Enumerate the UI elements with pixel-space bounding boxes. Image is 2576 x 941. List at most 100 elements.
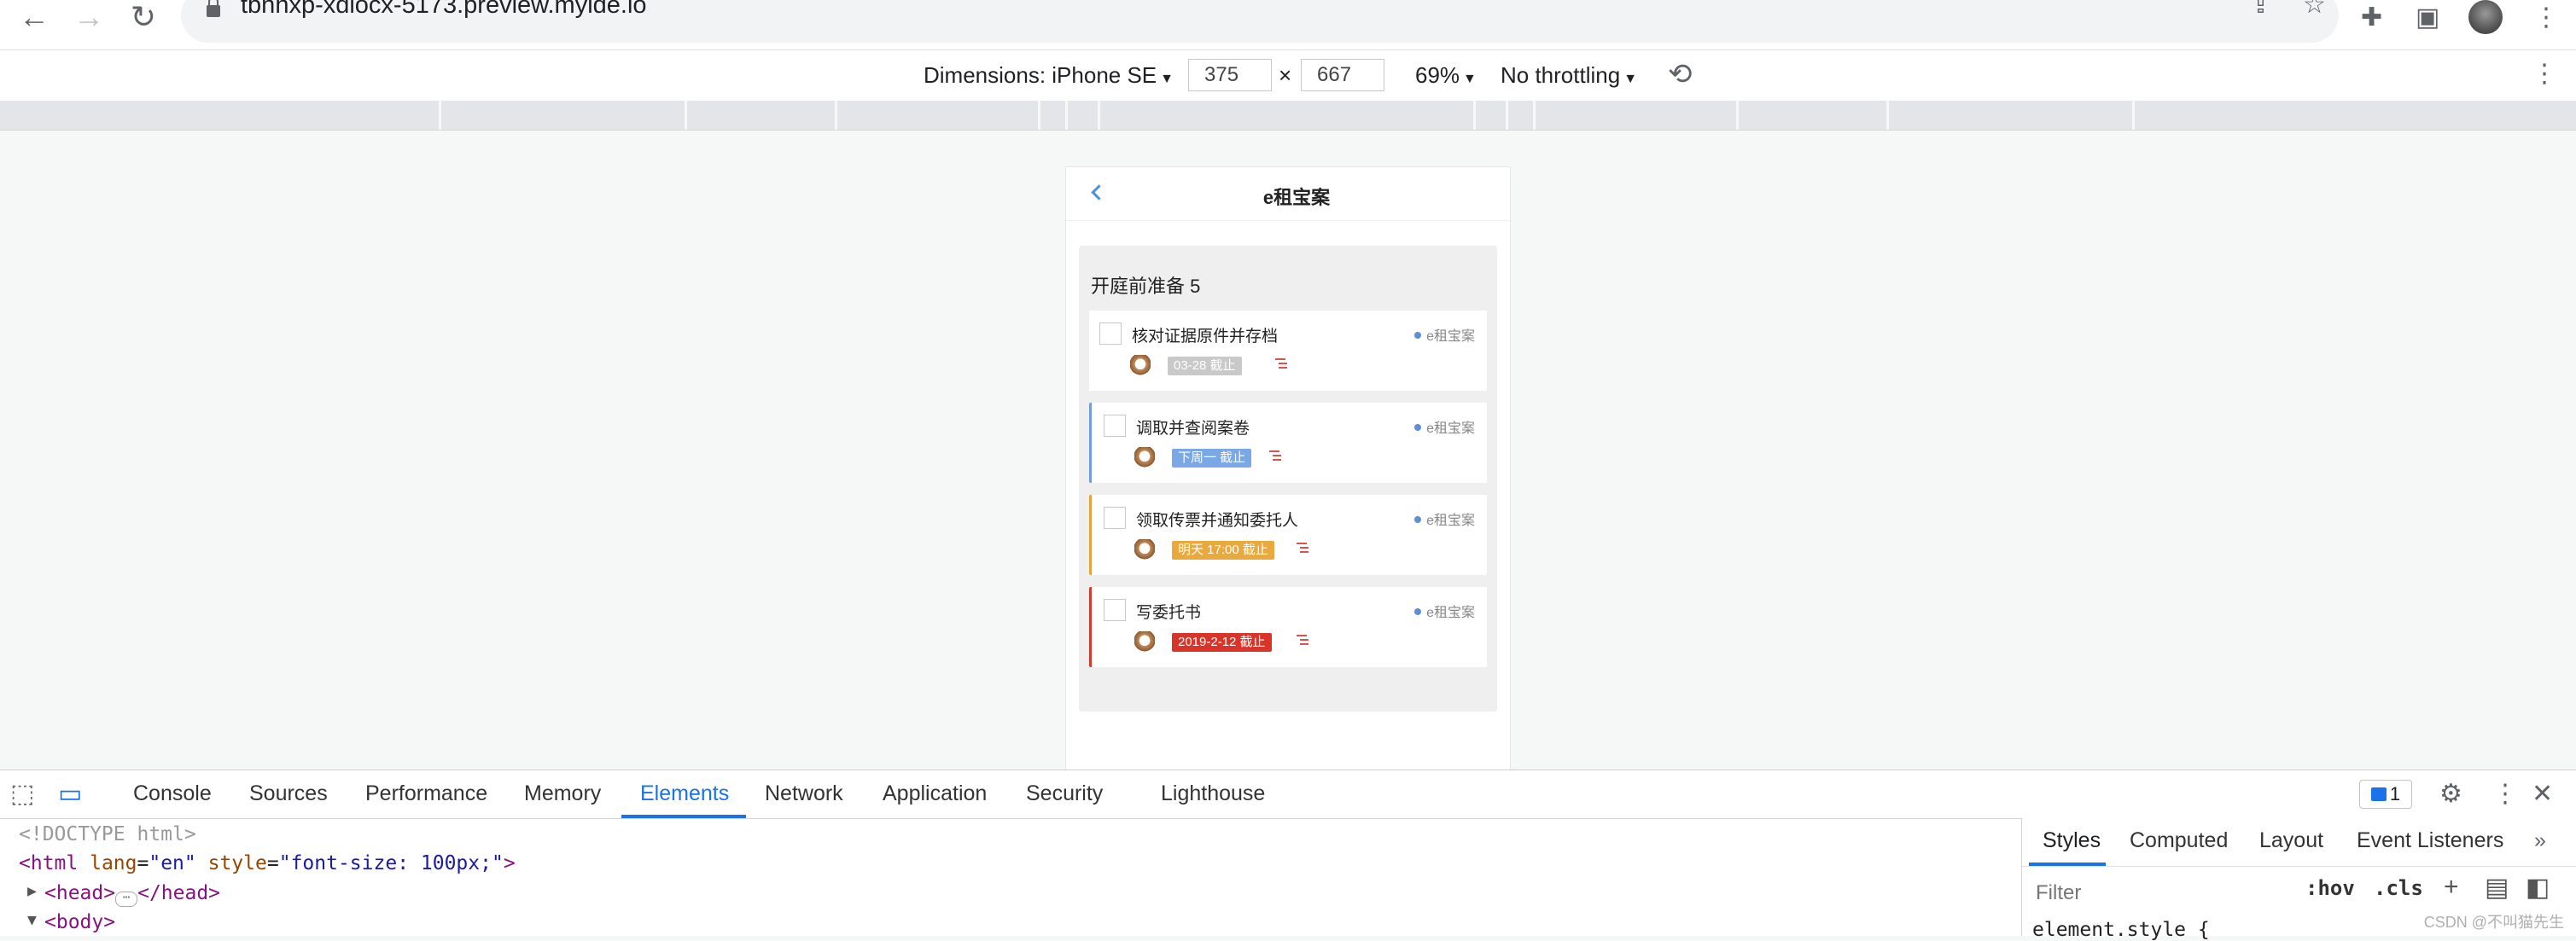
browser-toolbar: ← → ↻ tbnhxp-xdiocx-5173.preview.myide.i… bbox=[0, 0, 2576, 49]
element-style-rule[interactable]: element.style { bbox=[2032, 919, 2210, 941]
puzzle-icon[interactable]: ✚ bbox=[2361, 0, 2382, 34]
collapsed-ellipsis-icon[interactable]: ⋯ bbox=[115, 892, 138, 907]
task-title: 调取并查阅案卷 bbox=[1136, 420, 1250, 438]
url-text[interactable]: tbnhxp-xdiocx-5173.preview.myide.io bbox=[241, 0, 647, 20]
caret-down-icon: ▼ bbox=[1623, 72, 1638, 86]
due-badge: 下周一 截止 bbox=[1172, 449, 1252, 468]
assignee-avatar bbox=[1134, 631, 1155, 652]
side-panel-icon[interactable]: ▣ bbox=[2416, 0, 2439, 34]
device-menu-icon[interactable]: ⋮ bbox=[2532, 59, 2557, 89]
tab-layout[interactable]: Layout bbox=[2259, 828, 2323, 853]
task-checkbox[interactable] bbox=[1099, 322, 1122, 345]
avatar[interactable] bbox=[2468, 0, 2503, 34]
kebab-menu-icon[interactable]: ⋮ bbox=[2533, 0, 2559, 34]
due-badge: 明天 17:00 截止 bbox=[1172, 541, 1274, 560]
group-title: 开庭前准备 5 bbox=[1091, 276, 1201, 297]
devtools-menu-icon[interactable]: ⋮ bbox=[2492, 779, 2518, 809]
dom-body-node[interactable]: ▼ <body> bbox=[27, 911, 115, 933]
message-icon bbox=[2370, 787, 2387, 801]
tab-elements[interactable]: Elements bbox=[640, 781, 729, 806]
project-tag: e租宝案 bbox=[1414, 416, 1475, 437]
attr-name: style bbox=[207, 852, 267, 874]
tab-performance[interactable]: Performance bbox=[365, 781, 487, 806]
times-symbol: × bbox=[1279, 62, 1292, 88]
close-icon[interactable]: ✕ bbox=[2532, 779, 2553, 809]
tag-close: > bbox=[503, 852, 516, 874]
reload-button[interactable]: ↻ bbox=[121, 0, 166, 34]
tab-security[interactable]: Security bbox=[1026, 781, 1103, 806]
forward-button[interactable]: → bbox=[67, 0, 111, 34]
caret-down-icon: ▼ bbox=[1463, 72, 1477, 86]
tag-name: <html bbox=[19, 852, 79, 874]
collapse-triangle-icon[interactable]: ▼ bbox=[27, 911, 37, 929]
star-icon[interactable]: ☆ bbox=[2303, 0, 2326, 20]
device-viewport: e租宝案 开庭前准备 5 核对证据原件并存档 e租宝案 03-28 截止 调取并… bbox=[1065, 166, 1511, 771]
paint-brush-icon[interactable]: ▤ bbox=[2485, 873, 2509, 903]
tab-sources[interactable]: Sources bbox=[249, 781, 328, 806]
due-badge: 03-28 截止 bbox=[1168, 357, 1242, 375]
devtools-panel: ⬚ ▭ Console Sources Performance Memory E… bbox=[0, 770, 2576, 941]
add-rule-icon[interactable]: + bbox=[2444, 873, 2459, 902]
arrow-right-icon: → bbox=[73, 0, 104, 34]
watermark: CSDN @不叫猫先生 bbox=[2423, 914, 2564, 931]
zoom-select[interactable]: 69% ▼ bbox=[1415, 62, 1477, 89]
assignee-avatar bbox=[1134, 539, 1155, 560]
tab-application[interactable]: Application bbox=[883, 781, 987, 806]
divider bbox=[2022, 866, 2576, 867]
tab-lighthouse[interactable]: Lighthouse bbox=[1161, 781, 1265, 806]
dom-head-node[interactable]: ▶ <head> ⋯ </head> bbox=[27, 882, 221, 907]
back-button[interactable]: ← bbox=[12, 0, 56, 34]
dom-doctype[interactable]: <!DOCTYPE html> bbox=[19, 823, 196, 845]
tab-styles[interactable]: Styles bbox=[2043, 828, 2101, 853]
assignee-avatar bbox=[1134, 447, 1155, 468]
issues-count: 1 bbox=[2389, 783, 2401, 804]
task-card[interactable]: 调取并查阅案卷 e租宝案 下周一 截止 bbox=[1089, 403, 1487, 483]
tab-event-listeners[interactable]: Event Listeners bbox=[2357, 828, 2503, 853]
task-card[interactable]: 核对证据原件并存档 e租宝案 03-28 截止 bbox=[1089, 311, 1487, 391]
dom-html-node[interactable]: <html lang="en" style="font-size: 100px;… bbox=[19, 852, 516, 874]
tab-network[interactable]: Network bbox=[765, 781, 843, 806]
rotate-icon[interactable]: ⟲ bbox=[1668, 57, 1693, 91]
throttling-label: No throttling bbox=[1501, 62, 1621, 88]
app-header: e租宝案 bbox=[1066, 167, 1510, 221]
attr-value: "font-size: 100px;" bbox=[278, 852, 504, 874]
task-checkbox[interactable] bbox=[1104, 507, 1126, 529]
task-card[interactable]: 写委托书 e租宝案 2019-2-12 截止 bbox=[1089, 587, 1487, 667]
width-input[interactable]: 375 bbox=[1188, 59, 1272, 91]
more-tabs-icon[interactable]: » bbox=[2534, 828, 2546, 853]
gear-icon[interactable]: ⚙ bbox=[2439, 779, 2462, 809]
task-title: 领取传票并通知委托人 bbox=[1136, 512, 1299, 530]
subtask-list-icon bbox=[1297, 634, 1310, 646]
task-checkbox[interactable] bbox=[1104, 599, 1126, 621]
reload-icon: ↻ bbox=[130, 0, 157, 34]
hov-toggle[interactable]: :hov bbox=[2305, 876, 2355, 900]
attr-value: "en" bbox=[149, 852, 196, 874]
tab-computed[interactable]: Computed bbox=[2130, 828, 2228, 853]
page-title: e租宝案 bbox=[1262, 187, 1331, 208]
address-bar[interactable]: tbnhxp-xdiocx-5173.preview.myide.io ⇪ ☆ bbox=[181, 0, 2339, 43]
throttling-select[interactable]: No throttling ▼ bbox=[1501, 62, 1637, 89]
styles-filter-input[interactable] bbox=[2036, 878, 2292, 909]
device-toolbar: Dimensions: iPhone SE ▼ 375 × 667 69% ▼ No… bbox=[0, 49, 2576, 102]
cls-toggle[interactable]: .cls bbox=[2374, 876, 2423, 900]
device-select[interactable]: Dimensions: iPhone SE ▼ bbox=[924, 62, 1174, 89]
device-toggle-icon[interactable]: ▭ bbox=[58, 779, 82, 809]
height-input[interactable]: 667 bbox=[1301, 59, 1384, 91]
device-select-label: Dimensions: iPhone SE bbox=[924, 62, 1157, 88]
tab-memory[interactable]: Memory bbox=[524, 781, 601, 806]
subtask-list-icon bbox=[1297, 542, 1310, 554]
issues-badge[interactable]: 1 bbox=[2359, 780, 2412, 809]
project-tag: e租宝案 bbox=[1414, 601, 1475, 621]
inspect-element-icon[interactable]: ⬚ bbox=[10, 779, 34, 809]
subtask-list-icon bbox=[1275, 357, 1289, 369]
tag-name: </head> bbox=[137, 882, 221, 904]
share-icon[interactable]: ⇪ bbox=[2250, 0, 2271, 20]
task-card[interactable]: 领取传票并通知委托人 e租宝案 明天 17:00 截止 bbox=[1089, 495, 1487, 575]
zoom-label: 69% bbox=[1415, 62, 1460, 88]
media-query-ruler[interactable] bbox=[0, 101, 2576, 131]
task-checkbox[interactable] bbox=[1104, 415, 1126, 437]
expand-triangle-icon[interactable]: ▶ bbox=[27, 882, 37, 900]
toggle-sidebar-icon[interactable]: ◧ bbox=[2526, 873, 2550, 903]
tab-console[interactable]: Console bbox=[133, 781, 212, 806]
attr-name: lang bbox=[90, 852, 137, 874]
